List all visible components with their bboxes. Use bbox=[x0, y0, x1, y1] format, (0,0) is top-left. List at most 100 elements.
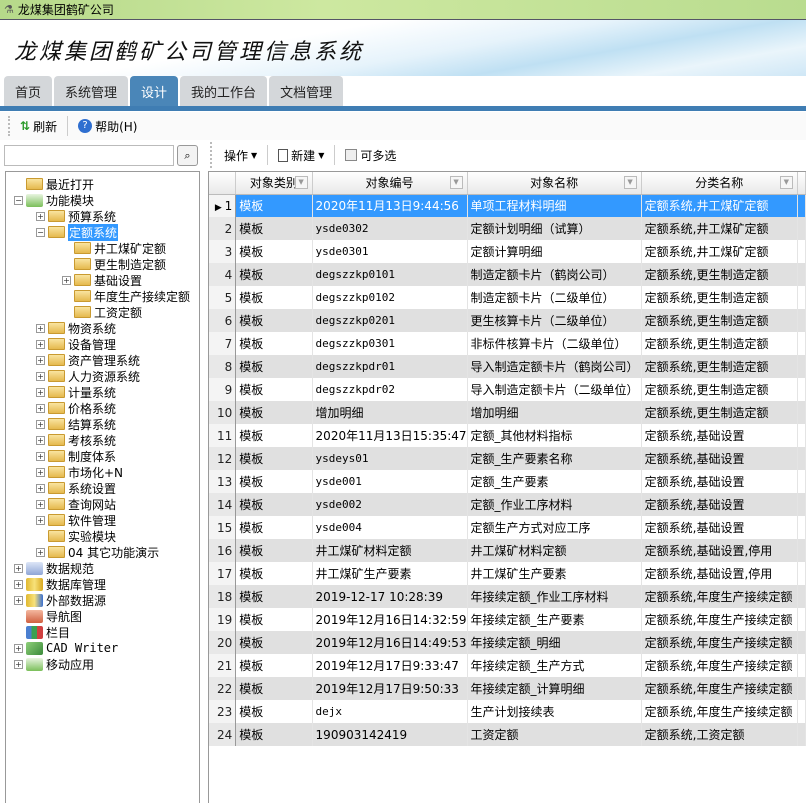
expand-icon[interactable]: + bbox=[36, 500, 45, 509]
tree-node[interactable]: 井工煤矿定额 bbox=[62, 240, 166, 256]
expand-icon[interactable]: + bbox=[36, 340, 45, 349]
tree-node[interactable]: +基础设置 bbox=[62, 272, 142, 288]
table-row[interactable]: 5模板degszzkp0102制造定额卡片（二级单位）定额系统,更生制造定额 bbox=[209, 286, 806, 309]
tree-node[interactable]: +数据库管理 bbox=[14, 576, 106, 592]
expand-icon[interactable]: + bbox=[36, 356, 45, 365]
column-header[interactable] bbox=[797, 172, 805, 194]
table-row[interactable]: 11模板2020年11月13日15:35:47定额_其他材料指标定额系统,基础设… bbox=[209, 424, 806, 447]
tree-node[interactable]: +市场化+N bbox=[36, 464, 123, 480]
tree-node[interactable]: 年度生产接续定额 bbox=[62, 288, 190, 304]
filter-dropdown-icon[interactable]: ▼ bbox=[780, 176, 793, 189]
expand-icon[interactable]: + bbox=[14, 580, 23, 589]
table-row[interactable]: 8模板degszzkpdr01导入制造定额卡片（鹤岗公司）定额系统,更生制造定额 bbox=[209, 355, 806, 378]
multi-select-checkbox[interactable]: 可多选 bbox=[341, 147, 400, 164]
tree-node[interactable]: +制度体系 bbox=[36, 448, 116, 464]
collapse-icon[interactable]: − bbox=[36, 228, 45, 237]
search-button[interactable]: ⌕ bbox=[177, 145, 198, 166]
filter-dropdown-icon[interactable]: ▼ bbox=[450, 176, 463, 189]
table-row[interactable]: 9模板degszzkpdr02导入制造定额卡片（二级单位）定额系统,更生制造定额 bbox=[209, 378, 806, 401]
tree-node[interactable]: 更生制造定额 bbox=[62, 256, 166, 272]
tree-node[interactable]: +设备管理 bbox=[36, 336, 116, 352]
expand-icon[interactable]: + bbox=[36, 516, 45, 525]
column-header[interactable]: 对象编号▼ bbox=[312, 172, 467, 194]
table-row[interactable]: 21模板2019年12月17日9:33:47年接续定额_生产方式定额系统,年度生… bbox=[209, 654, 806, 677]
tree-node[interactable]: +查询网站 bbox=[36, 496, 116, 512]
column-header[interactable]: 对象类别▼ bbox=[236, 172, 312, 194]
table-row[interactable]: 19模板2019年12月16日14:32:59年接续定额_生产要素定额系统,年度… bbox=[209, 608, 806, 631]
tree-node[interactable]: +CAD Writer bbox=[14, 640, 118, 656]
expand-icon[interactable]: + bbox=[14, 644, 23, 653]
folder-icon bbox=[74, 242, 91, 254]
table-row[interactable]: 7模板degszzkp0301非标件核算卡片（二级单位）定额系统,更生制造定额 bbox=[209, 332, 806, 355]
tab-1[interactable]: 系统管理 bbox=[54, 76, 128, 106]
tree-node[interactable]: +人力资源系统 bbox=[36, 368, 140, 384]
tree-node[interactable]: 实验模块 bbox=[36, 528, 116, 544]
tree-node[interactable]: +软件管理 bbox=[36, 512, 116, 528]
table-row[interactable]: 20模板2019年12月16日14:49:53年接续定额_明细定额系统,年度生产… bbox=[209, 631, 806, 654]
tree-node[interactable]: −定额系统 bbox=[36, 224, 118, 240]
tree-node[interactable]: +外部数据源 bbox=[14, 592, 106, 608]
table-row[interactable]: 18模板2019-12-17 10:28:39年接续定额_作业工序材料定额系统,… bbox=[209, 585, 806, 608]
tree-node[interactable]: +计量系统 bbox=[36, 384, 116, 400]
expand-icon[interactable]: + bbox=[36, 324, 45, 333]
table-row[interactable]: 6模板degszzkp0201更生核算卡片（二级单位）定额系统,更生制造定额 bbox=[209, 309, 806, 332]
expand-icon[interactable]: + bbox=[36, 372, 45, 381]
expand-icon[interactable]: + bbox=[36, 436, 45, 445]
tree-node[interactable]: −功能模块 bbox=[14, 192, 94, 208]
refresh-button[interactable]: ⇅刷新 bbox=[16, 118, 61, 135]
tree-node[interactable]: +预算系统 bbox=[36, 208, 116, 224]
expand-icon[interactable]: + bbox=[14, 596, 23, 605]
help-button[interactable]: ?帮助(H) bbox=[74, 118, 141, 135]
expand-icon[interactable]: + bbox=[14, 564, 23, 573]
tree-node[interactable]: +系统设置 bbox=[36, 480, 116, 496]
table-row[interactable]: 12模板ysdeys01定额_生产要素名称定额系统,基础设置 bbox=[209, 447, 806, 470]
tree-node[interactable]: +数据规范 bbox=[14, 560, 94, 576]
operate-dropdown[interactable]: 操作▼ bbox=[220, 147, 261, 164]
expand-icon[interactable]: + bbox=[36, 468, 45, 477]
table-row[interactable]: 16模板井工煤矿材料定额井工煤矿材料定额定额系统,基础设置,停用 bbox=[209, 539, 806, 562]
tree-node[interactable]: 栏目 bbox=[14, 624, 70, 640]
tree-node[interactable]: +价格系统 bbox=[36, 400, 116, 416]
table-row[interactable]: 10模板增加明细增加明细定额系统,更生制造定额 bbox=[209, 401, 806, 424]
tab-3[interactable]: 我的工作台 bbox=[180, 76, 267, 106]
column-header[interactable]: 分类名称▼ bbox=[641, 172, 797, 194]
expand-icon[interactable]: + bbox=[36, 404, 45, 413]
table-row[interactable]: 2模板ysde0302定额计划明细（试算）定额系统,井工煤矿定额 bbox=[209, 217, 806, 240]
tree-node[interactable]: 最近打开 bbox=[14, 176, 94, 192]
tree-node[interactable]: 导航图 bbox=[14, 608, 82, 624]
table-row[interactable]: 4模板degszzkp0101制造定额卡片（鹤岗公司）定额系统,更生制造定额 bbox=[209, 263, 806, 286]
table-row[interactable]: 17模板井工煤矿生产要素井工煤矿生产要素定额系统,基础设置,停用 bbox=[209, 562, 806, 585]
table-row[interactable]: 24模板190903142419工资定额定额系统,工资定额 bbox=[209, 723, 806, 746]
expand-icon[interactable]: + bbox=[36, 388, 45, 397]
search-input[interactable] bbox=[4, 145, 174, 166]
tree-node[interactable]: 工资定额 bbox=[62, 304, 142, 320]
tree-node[interactable]: +考核系统 bbox=[36, 432, 116, 448]
filter-dropdown-icon[interactable]: ▼ bbox=[624, 176, 637, 189]
table-row[interactable]: 14模板ysde002定额_作业工序材料定额系统,基础设置 bbox=[209, 493, 806, 516]
tree-node[interactable]: +移动应用 bbox=[14, 656, 94, 672]
collapse-icon[interactable]: − bbox=[14, 196, 23, 205]
table-row[interactable]: 22模板2019年12月17日9:50:33年接续定额_计算明细定额系统,年度生… bbox=[209, 677, 806, 700]
tab-2[interactable]: 设计 bbox=[130, 76, 178, 106]
expand-icon[interactable]: + bbox=[36, 420, 45, 429]
tree-node[interactable]: +资产管理系统 bbox=[36, 352, 140, 368]
tab-0[interactable]: 首页 bbox=[4, 76, 52, 106]
expand-icon[interactable]: + bbox=[36, 212, 45, 221]
tree-node[interactable]: +结算系统 bbox=[36, 416, 116, 432]
filter-dropdown-icon[interactable]: ▼ bbox=[295, 176, 308, 189]
tree-node[interactable]: +04 其它功能演示 bbox=[36, 544, 159, 560]
expand-icon[interactable]: + bbox=[62, 276, 71, 285]
column-header[interactable]: 对象名称▼ bbox=[467, 172, 641, 194]
tree-node[interactable]: +物资系统 bbox=[36, 320, 116, 336]
table-row[interactable]: ▶ 1模板2020年11月13日9:44:56单项工程材料明细定额系统,井工煤矿… bbox=[209, 194, 806, 217]
expand-icon[interactable]: + bbox=[36, 452, 45, 461]
table-row[interactable]: 3模板ysde0301定额计算明细定额系统,井工煤矿定额 bbox=[209, 240, 806, 263]
expand-icon[interactable]: + bbox=[36, 484, 45, 493]
table-row[interactable]: 13模板ysde001定额_生产要素定额系统,基础设置 bbox=[209, 470, 806, 493]
expand-icon[interactable]: + bbox=[14, 660, 23, 669]
new-dropdown[interactable]: 新建▼ bbox=[274, 147, 328, 164]
tab-4[interactable]: 文档管理 bbox=[269, 76, 343, 106]
expand-icon[interactable]: + bbox=[36, 548, 45, 557]
table-row[interactable]: 15模板ysde004定额生产方式对应工序定额系统,基础设置 bbox=[209, 516, 806, 539]
table-row[interactable]: 23模板dejx生产计划接续表定额系统,年度生产接续定额 bbox=[209, 700, 806, 723]
